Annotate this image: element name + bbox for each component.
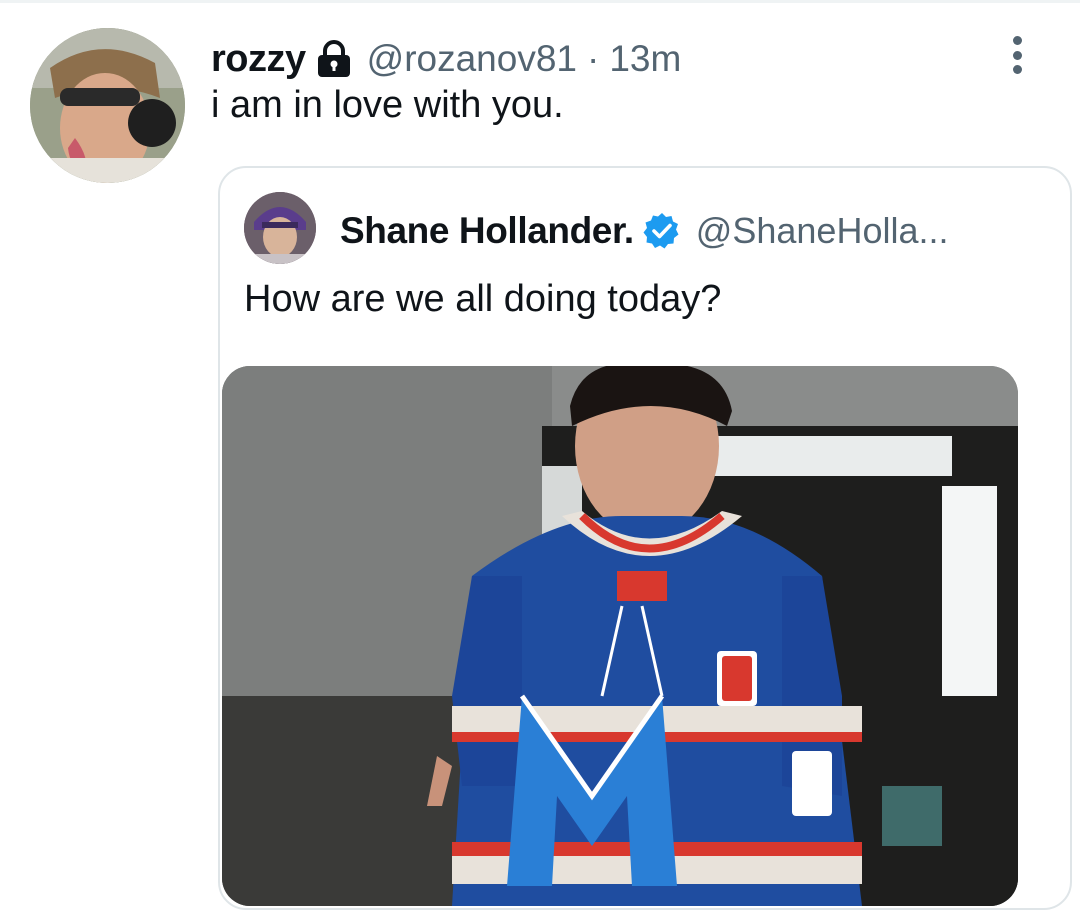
quoted-tweet-photo[interactable] (222, 366, 1018, 906)
more-dot-icon (1012, 36, 1022, 45)
verified-badge-icon (642, 211, 682, 251)
tweet-timestamp[interactable]: 13m (609, 38, 681, 80)
quoted-author-avatar[interactable] (244, 192, 316, 264)
lock-icon (315, 39, 353, 79)
tweet-text: i am in love with you. (211, 84, 564, 126)
tweet-header: rozzy @rozanov81 · 13m (211, 34, 681, 84)
author-avatar[interactable] (30, 28, 185, 183)
more-dot-icon (1012, 65, 1022, 74)
separator-dot: · (587, 38, 600, 79)
more-dot-icon (1012, 50, 1022, 60)
quoted-display-name[interactable]: Shane Hollander. (340, 210, 634, 252)
quoted-tweet-card[interactable]: Shane Hollander. @ShaneHolla... How are … (218, 166, 1072, 910)
top-divider (0, 0, 1080, 3)
author-display-name[interactable]: rozzy (211, 38, 306, 81)
quoted-handle[interactable]: @ShaneHolla... (696, 210, 949, 252)
author-handle[interactable]: @rozanov81 (367, 38, 577, 80)
more-options-button[interactable] (1000, 34, 1034, 76)
quoted-tweet-header: Shane Hollander. @ShaneHolla... (340, 206, 948, 256)
quoted-tweet-text: How are we all doing today? (244, 278, 722, 320)
photo-illustration (222, 366, 1018, 906)
